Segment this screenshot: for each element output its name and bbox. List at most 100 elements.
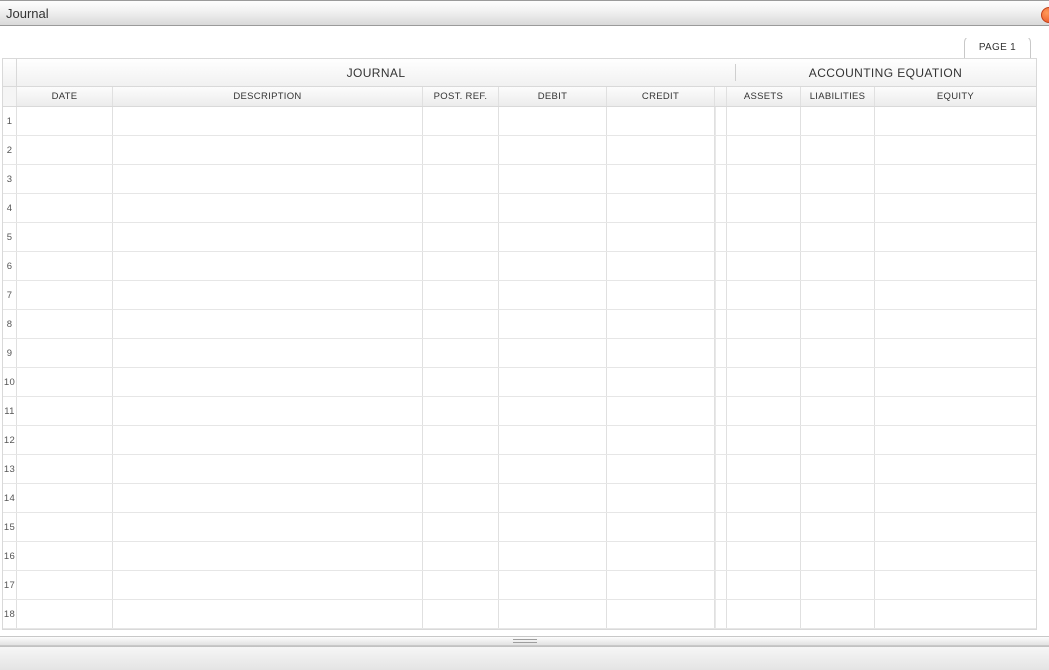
cell-credit[interactable] <box>607 571 715 599</box>
cell-date[interactable] <box>17 484 113 512</box>
cell-description[interactable] <box>113 136 423 164</box>
cell-date[interactable] <box>17 339 113 367</box>
cell-description[interactable] <box>113 165 423 193</box>
cell-liabilities[interactable] <box>801 426 875 454</box>
cell-postref[interactable] <box>423 368 499 396</box>
cell-debit[interactable] <box>499 397 607 425</box>
cell-postref[interactable] <box>423 194 499 222</box>
cell-liabilities[interactable] <box>801 571 875 599</box>
cell-description[interactable] <box>113 513 423 541</box>
cell-date[interactable] <box>17 513 113 541</box>
cell-equity[interactable] <box>875 223 1036 251</box>
cell-credit[interactable] <box>607 542 715 570</box>
cell-liabilities[interactable] <box>801 281 875 309</box>
cell-assets[interactable] <box>727 571 801 599</box>
cell-liabilities[interactable] <box>801 223 875 251</box>
cell-liabilities[interactable] <box>801 513 875 541</box>
cell-credit[interactable] <box>607 223 715 251</box>
cell-date[interactable] <box>17 136 113 164</box>
cell-assets[interactable] <box>727 600 801 628</box>
cell-liabilities[interactable] <box>801 310 875 338</box>
cell-date[interactable] <box>17 571 113 599</box>
cell-equity[interactable] <box>875 107 1036 135</box>
cell-debit[interactable] <box>499 368 607 396</box>
cell-description[interactable] <box>113 368 423 396</box>
cell-description[interactable] <box>113 310 423 338</box>
cell-date[interactable] <box>17 281 113 309</box>
cell-credit[interactable] <box>607 194 715 222</box>
cell-liabilities[interactable] <box>801 136 875 164</box>
cell-debit[interactable] <box>499 484 607 512</box>
cell-equity[interactable] <box>875 252 1036 280</box>
cell-postref[interactable] <box>423 542 499 570</box>
cell-credit[interactable] <box>607 426 715 454</box>
cell-postref[interactable] <box>423 571 499 599</box>
cell-postref[interactable] <box>423 426 499 454</box>
cell-postref[interactable] <box>423 252 499 280</box>
cell-debit[interactable] <box>499 455 607 483</box>
header-date[interactable]: DATE <box>17 87 113 106</box>
cell-equity[interactable] <box>875 484 1036 512</box>
cell-credit[interactable] <box>607 252 715 280</box>
cell-liabilities[interactable] <box>801 165 875 193</box>
cell-equity[interactable] <box>875 542 1036 570</box>
cell-postref[interactable] <box>423 484 499 512</box>
cell-equity[interactable] <box>875 165 1036 193</box>
cell-credit[interactable] <box>607 513 715 541</box>
cell-assets[interactable] <box>727 513 801 541</box>
cell-debit[interactable] <box>499 107 607 135</box>
cell-debit[interactable] <box>499 223 607 251</box>
cell-date[interactable] <box>17 310 113 338</box>
cell-equity[interactable] <box>875 397 1036 425</box>
cell-credit[interactable] <box>607 281 715 309</box>
cell-assets[interactable] <box>727 339 801 367</box>
cell-equity[interactable] <box>875 426 1036 454</box>
cell-date[interactable] <box>17 107 113 135</box>
cell-postref[interactable] <box>423 339 499 367</box>
cell-debit[interactable] <box>499 339 607 367</box>
cell-postref[interactable] <box>423 310 499 338</box>
cell-postref[interactable] <box>423 223 499 251</box>
cell-description[interactable] <box>113 107 423 135</box>
cell-date[interactable] <box>17 600 113 628</box>
cell-assets[interactable] <box>727 426 801 454</box>
cell-equity[interactable] <box>875 513 1036 541</box>
cell-equity[interactable] <box>875 194 1036 222</box>
cell-equity[interactable] <box>875 281 1036 309</box>
cell-debit[interactable] <box>499 426 607 454</box>
cell-debit[interactable] <box>499 310 607 338</box>
cell-liabilities[interactable] <box>801 107 875 135</box>
header-liabilities[interactable]: LIABILITIES <box>801 87 875 106</box>
cell-date[interactable] <box>17 426 113 454</box>
cell-postref[interactable] <box>423 165 499 193</box>
cell-description[interactable] <box>113 484 423 512</box>
cell-postref[interactable] <box>423 455 499 483</box>
cell-debit[interactable] <box>499 600 607 628</box>
tab-page1[interactable]: PAGE 1 <box>964 38 1031 58</box>
cell-description[interactable] <box>113 397 423 425</box>
cell-equity[interactable] <box>875 455 1036 483</box>
cell-postref[interactable] <box>423 136 499 164</box>
cell-debit[interactable] <box>499 571 607 599</box>
cell-credit[interactable] <box>607 368 715 396</box>
cell-debit[interactable] <box>499 281 607 309</box>
cell-postref[interactable] <box>423 600 499 628</box>
header-equity[interactable]: EQUITY <box>875 87 1036 106</box>
header-description[interactable]: DESCRIPTION <box>113 87 423 106</box>
cell-date[interactable] <box>17 542 113 570</box>
cell-liabilities[interactable] <box>801 397 875 425</box>
cell-date[interactable] <box>17 223 113 251</box>
cell-assets[interactable] <box>727 136 801 164</box>
cell-description[interactable] <box>113 600 423 628</box>
horizontal-splitter[interactable] <box>0 636 1049 646</box>
cell-debit[interactable] <box>499 252 607 280</box>
cell-assets[interactable] <box>727 368 801 396</box>
cell-liabilities[interactable] <box>801 484 875 512</box>
cell-postref[interactable] <box>423 513 499 541</box>
cell-debit[interactable] <box>499 513 607 541</box>
cell-description[interactable] <box>113 339 423 367</box>
cell-description[interactable] <box>113 194 423 222</box>
cell-equity[interactable] <box>875 136 1036 164</box>
cell-assets[interactable] <box>727 310 801 338</box>
header-postref[interactable]: POST. REF. <box>423 87 499 106</box>
